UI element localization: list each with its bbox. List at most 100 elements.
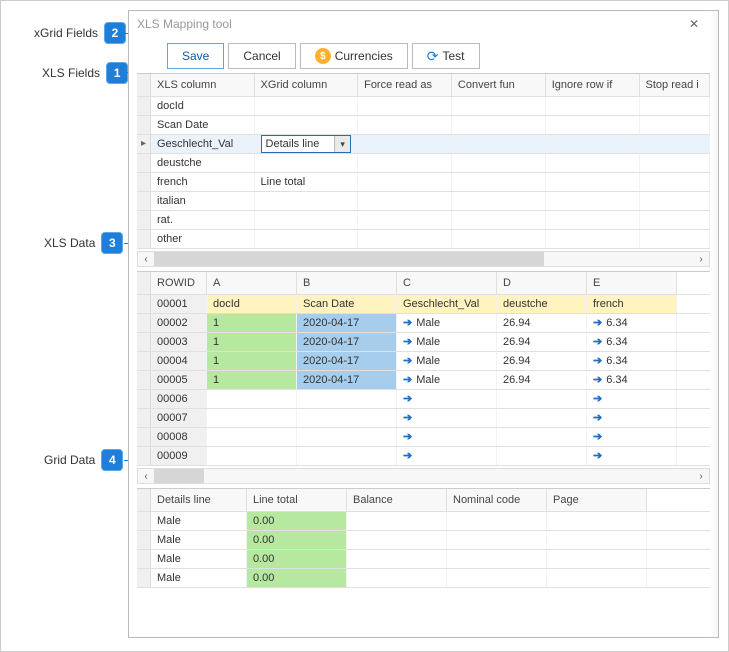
scroll-right-icon[interactable]: › (693, 469, 709, 483)
row-selector[interactable] (137, 428, 151, 446)
data-row[interactable]: 00006➔➔ (137, 390, 710, 409)
cell-d[interactable]: 26.94 (497, 352, 587, 370)
cell-xgrid-column[interactable] (255, 154, 359, 172)
cell-b[interactable] (297, 409, 397, 427)
mapping-row[interactable]: Scan Date (137, 116, 710, 135)
cell-c[interactable]: ➔Male (397, 314, 497, 332)
cell-b[interactable]: 2020-04-17 (297, 333, 397, 351)
cell-empty[interactable] (358, 230, 452, 248)
row-selector[interactable] (137, 550, 151, 568)
data-row[interactable]: 0000212020-04-17➔Male26.94➔6.34 (137, 314, 710, 333)
cell-empty[interactable] (447, 512, 547, 530)
cell-total[interactable]: 0.00 (247, 569, 347, 587)
cell-xgrid-column[interactable] (255, 97, 359, 115)
cell-xls-column[interactable]: italian (151, 192, 255, 210)
row-selector[interactable] (137, 230, 151, 248)
cell-e[interactable]: ➔ (587, 409, 677, 427)
cell-c[interactable]: ➔Male (397, 352, 497, 370)
cell-d[interactable]: 26.94 (497, 333, 587, 351)
cell-c[interactable]: ➔Male (397, 371, 497, 389)
cell-empty[interactable] (358, 116, 452, 134)
col-a[interactable]: A (207, 272, 297, 294)
row-selector[interactable] (137, 531, 151, 549)
cell-empty[interactable] (546, 173, 640, 191)
row-selector[interactable] (137, 173, 151, 191)
row-selector[interactable]: ▸ (137, 135, 151, 153)
scroll-right-icon[interactable]: › (693, 252, 709, 266)
chevron-down-icon[interactable]: ▾ (334, 136, 350, 152)
cell-e[interactable]: ➔ (587, 428, 677, 446)
cell-total[interactable]: 0.00 (247, 550, 347, 568)
cell-d[interactable] (497, 390, 587, 408)
col-page[interactable]: Page (547, 489, 647, 511)
row-selector[interactable] (137, 352, 151, 370)
cell-b[interactable]: 2020-04-17 (297, 352, 397, 370)
row-selector[interactable] (137, 333, 151, 351)
cell-a[interactable] (207, 409, 297, 427)
col-b[interactable]: B (297, 272, 397, 294)
data-row[interactable]: 0000312020-04-17➔Male26.94➔6.34 (137, 333, 710, 352)
cell-empty[interactable] (347, 569, 447, 587)
cell-d[interactable]: deustche (497, 295, 587, 313)
mapping-row[interactable]: deustche (137, 154, 710, 173)
cell-xgrid-column[interactable] (255, 192, 359, 210)
cell-d[interactable]: 26.94 (497, 371, 587, 389)
cell-e[interactable]: french (587, 295, 677, 313)
currencies-button[interactable]: $ Currencies (300, 43, 408, 69)
cell-e[interactable]: ➔6.34 (587, 352, 677, 370)
col-details-line[interactable]: Details line (151, 489, 247, 511)
cell-a[interactable] (207, 428, 297, 446)
cell-empty[interactable] (447, 569, 547, 587)
mapping-row[interactable]: frenchLine total (137, 173, 710, 192)
cell-empty[interactable] (640, 135, 710, 153)
cell-empty[interactable] (452, 192, 546, 210)
cell-empty[interactable] (452, 230, 546, 248)
data-row[interactable]: 00008➔➔ (137, 428, 710, 447)
cell-a[interactable]: 1 (207, 314, 297, 332)
cell-e[interactable]: ➔6.34 (587, 333, 677, 351)
row-selector[interactable] (137, 192, 151, 210)
cell-d[interactable] (497, 409, 587, 427)
cell-details[interactable]: Male (151, 512, 247, 530)
mapping-row[interactable]: docId (137, 97, 710, 116)
cell-c[interactable]: ➔ (397, 447, 497, 465)
cell-details[interactable]: Male (151, 569, 247, 587)
cell-empty[interactable] (347, 550, 447, 568)
cell-xgrid-column[interactable]: Line total (255, 173, 359, 191)
cell-c[interactable]: ➔ (397, 390, 497, 408)
cell-e[interactable]: ➔6.34 (587, 371, 677, 389)
cell-empty[interactable] (358, 135, 452, 153)
cell-empty[interactable] (640, 116, 710, 134)
cell-empty[interactable] (452, 154, 546, 172)
data-row[interactable]: 00007➔➔ (137, 409, 710, 428)
cell-e[interactable]: ➔6.34 (587, 314, 677, 332)
row-selector[interactable] (137, 314, 151, 332)
cell-empty[interactable] (358, 154, 452, 172)
cell-xls-column[interactable]: docId (151, 97, 255, 115)
cell-empty[interactable] (640, 97, 710, 115)
cell-empty[interactable] (452, 173, 546, 191)
cell-a[interactable]: 1 (207, 352, 297, 370)
data-row[interactable]: 0000512020-04-17➔Male26.94➔6.34 (137, 371, 710, 390)
cell-empty[interactable] (452, 135, 546, 153)
cell-a[interactable]: docId (207, 295, 297, 313)
cell-empty[interactable] (447, 550, 547, 568)
cell-details[interactable]: Male (151, 550, 247, 568)
cell-empty[interactable] (447, 531, 547, 549)
cell-empty[interactable] (358, 97, 452, 115)
row-selector[interactable] (137, 447, 151, 465)
col-c[interactable]: C (397, 272, 497, 294)
cell-b[interactable] (297, 447, 397, 465)
cell-c[interactable]: Geschlecht_Val (397, 295, 497, 313)
row-selector[interactable] (137, 116, 151, 134)
col-line-total[interactable]: Line total (247, 489, 347, 511)
col-stop-read[interactable]: Stop read i (640, 74, 710, 96)
col-ignore-row[interactable]: Ignore row if (546, 74, 640, 96)
row-selector[interactable] (137, 569, 151, 587)
cell-empty[interactable] (547, 512, 647, 530)
data-row[interactable]: 00009➔➔ (137, 447, 710, 466)
mapping-row[interactable]: other (137, 230, 710, 249)
cell-b[interactable] (297, 428, 397, 446)
cell-xls-column[interactable]: other (151, 230, 255, 248)
cell-xls-column[interactable]: Scan Date (151, 116, 255, 134)
